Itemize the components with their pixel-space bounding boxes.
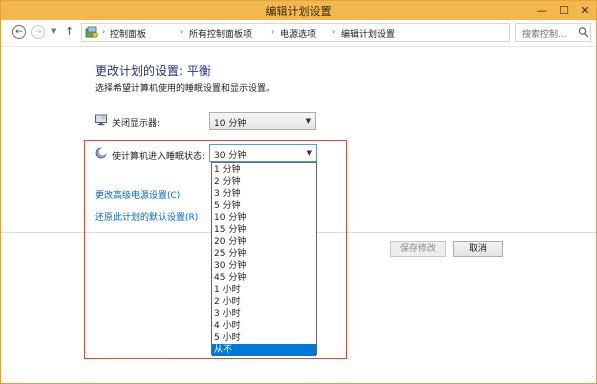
sleep-option[interactable]: 2 分钟 — [212, 176, 316, 188]
sleep-option[interactable]: 10 分钟 — [212, 212, 316, 224]
chevron-down-icon: ▼ — [305, 117, 311, 125]
sleep-option[interactable]: 20 分钟 — [212, 236, 316, 248]
display-off-select[interactable]: 10 分钟 ▼ — [209, 112, 316, 130]
search-input[interactable]: 搜索控制... — [522, 27, 567, 40]
breadcrumb-separator: › — [102, 27, 106, 36]
breadcrumb-all-items[interactable]: 所有控制面板项 — [189, 27, 252, 40]
display-off-label: 关闭显示器: — [112, 119, 161, 129]
breadcrumb-edit-plan[interactable]: 编辑计划设置 — [341, 27, 395, 40]
sleep-option[interactable]: 5 小时 — [212, 332, 316, 344]
search-icon — [578, 27, 589, 38]
search-box[interactable]: 搜索控制... — [515, 23, 591, 42]
breadcrumb-separator: › — [332, 27, 336, 36]
close-button[interactable]: ✕ — [574, 1, 596, 19]
sleep-option[interactable]: 45 分钟 — [212, 272, 316, 284]
sleep-option[interactable]: 1 小时 — [212, 284, 316, 296]
sleep-option[interactable]: 1 分钟 — [212, 164, 316, 176]
sleep-option[interactable]: 4 小时 — [212, 320, 316, 332]
window-title: 编辑计划设置 — [265, 5, 332, 18]
sleep-option[interactable]: 3 分钟 — [212, 188, 316, 200]
breadcrumb-separator: › — [271, 27, 275, 36]
sleep-option[interactable]: 30 分钟 — [212, 260, 316, 272]
sleep-options-list[interactable]: 1 分钟 2 分钟 3 分钟 5 分钟 10 分钟 15 分钟 20 分钟 25 分钟 30 分… — [211, 162, 317, 356]
forward-button[interactable]: → — [31, 25, 45, 39]
cancel-button[interactable]: 取消 — [453, 241, 503, 257]
up-button[interactable]: ↑ — [65, 25, 74, 38]
recent-locations-chevron-down-icon[interactable]: ▼ — [51, 27, 56, 35]
navigation-bar: ← → ▼ ↑ › 控制面板 › 所有控制面板项 › 电源选项 › 编辑计划设置… — [1, 20, 596, 47]
sleep-option[interactable]: 5 分钟 — [212, 200, 316, 212]
sleep-option[interactable]: 从不 — [212, 344, 316, 356]
back-button[interactable]: ← — [12, 25, 26, 39]
app-window: 编辑计划设置 — ☐ ✕ ← → ▼ ↑ › 控制面板 › 所有控制面板项 › … — [0, 0, 597, 384]
sleep-option[interactable]: 25 分钟 — [212, 248, 316, 260]
sleep-option[interactable]: 3 小时 — [212, 308, 316, 320]
resize-grip-icon[interactable]: ⋰ — [587, 375, 594, 383]
save-button[interactable]: 保存修改 — [390, 241, 446, 257]
minimize-button[interactable]: — — [531, 1, 553, 19]
maximize-button[interactable]: ☐ — [553, 1, 575, 19]
page-title: 更改计划的设置: 平衡 — [95, 64, 211, 78]
address-bar[interactable]: › 控制面板 › 所有控制面板项 › 电源选项 › 编辑计划设置 ▼ ↻ — [81, 23, 587, 42]
title-bar[interactable]: 编辑计划设置 — ☐ ✕ — [1, 1, 596, 20]
page-description: 选择希望计算机使用的睡眠设置和显示设置。 — [95, 84, 276, 94]
breadcrumb-control-panel[interactable]: 控制面板 — [110, 27, 146, 40]
breadcrumb-separator: › — [180, 27, 184, 36]
control-panel-icon — [85, 26, 98, 38]
breadcrumb-power-options[interactable]: 电源选项 — [280, 27, 316, 40]
display-off-value: 10 分钟 — [214, 119, 247, 129]
sleep-option[interactable]: 15 分钟 — [212, 224, 316, 236]
monitor-icon — [95, 114, 107, 126]
sleep-option[interactable]: 2 小时 — [212, 296, 316, 308]
